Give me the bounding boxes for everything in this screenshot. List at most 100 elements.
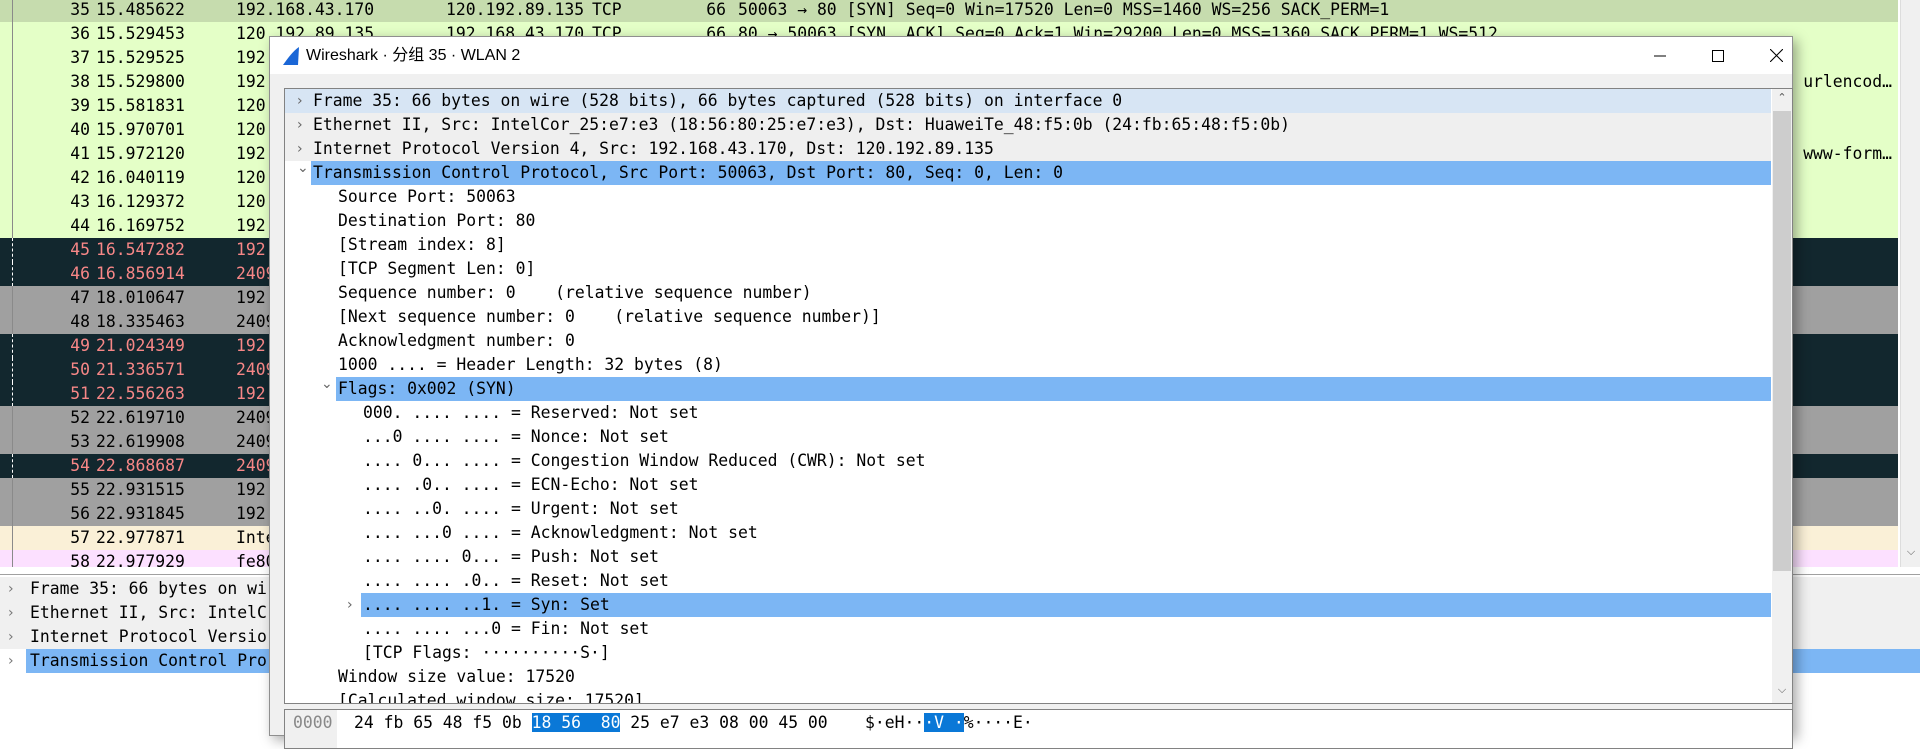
packet-src: 192 bbox=[236, 216, 266, 235]
packet-src: 192 bbox=[236, 144, 266, 163]
tree-item-label: .... .... ..1. = Syn: Set bbox=[361, 593, 1771, 617]
tree-item[interactable]: › .... .... ..1. = Syn: Set bbox=[285, 593, 1771, 617]
dialog-title: Wireshark · 分组 35 · WLAN 2 bbox=[306, 47, 521, 64]
tree-item-label: Sequence number: 0 (relative sequence nu… bbox=[338, 283, 812, 302]
packet-no: 50 bbox=[70, 360, 90, 379]
title-bar[interactable]: Wireshark · 分组 35 · WLAN 2 bbox=[270, 37, 1792, 74]
tree-item-label: 1000 .... = Header Length: 32 bytes (8) bbox=[338, 355, 723, 374]
tree-item[interactable]: .... ..0. .... = Urgent: Not set bbox=[285, 497, 1771, 521]
packet-time: 15.529800 bbox=[96, 72, 185, 91]
detail-row-label: Frame 35: 66 bytes on wi bbox=[30, 579, 267, 598]
chevron-right-icon[interactable]: › bbox=[297, 89, 303, 113]
packet-no: 56 bbox=[70, 504, 90, 523]
tree-item[interactable]: Sequence number: 0 (relative sequence nu… bbox=[285, 281, 1771, 305]
packet-src: 192 bbox=[236, 336, 266, 355]
packet-src: 192.168.43.170 bbox=[236, 0, 375, 19]
packet-src: 192 bbox=[236, 504, 266, 523]
tree-item-label: Acknowledgment number: 0 bbox=[338, 331, 575, 350]
chevron-down-icon[interactable]: ⌄ bbox=[321, 372, 333, 396]
hex-ascii[interactable]: $·eH···V ·%····E· bbox=[865, 710, 1033, 736]
scrollbar-thumb[interactable] bbox=[1773, 111, 1791, 571]
packet-no: 46 bbox=[70, 264, 90, 283]
chevron-right-icon[interactable]: › bbox=[347, 593, 353, 617]
maximize-icon bbox=[1712, 49, 1724, 62]
tree-item-label: .... .... ...0 = Fin: Not set bbox=[363, 619, 650, 638]
tree-item[interactable]: .... .... ...0 = Fin: Not set bbox=[285, 617, 1771, 641]
tree-item[interactable]: › Internet Protocol Version 4, Src: 192.1… bbox=[285, 137, 1771, 161]
scroll-down-icon[interactable]: ⌵ bbox=[1901, 545, 1920, 559]
tree-item-label: ...0 .... .... = Nonce: Not set bbox=[363, 427, 669, 446]
tree-item[interactable]: [TCP Flags: ··········S·] bbox=[285, 641, 1771, 665]
tree-item[interactable]: [Stream index: 8] bbox=[285, 233, 1771, 257]
packet-time: 18.335463 bbox=[96, 312, 185, 331]
tree-item[interactable]: › Ethernet II, Src: IntelCor_25:e7:e3 (18… bbox=[285, 113, 1771, 137]
minimize-button[interactable] bbox=[1637, 37, 1683, 74]
chevron-right-icon[interactable]: › bbox=[8, 601, 14, 625]
packet-time: 22.977871 bbox=[96, 528, 185, 547]
tree-item[interactable]: .... .... .0.. = Reset: Not set bbox=[285, 569, 1771, 593]
tree-item[interactable]: Acknowledgment number: 0 bbox=[285, 329, 1771, 353]
hex-dump-pane: 0000 24 fb 65 48 f5 0b 18 56 80 25 e7 e3… bbox=[284, 709, 1793, 749]
tree-item[interactable]: [Calculated window size: 17520] bbox=[285, 689, 1771, 703]
packet-time: 16.129372 bbox=[96, 192, 185, 211]
packet-src: 120 bbox=[236, 120, 266, 139]
tree-item[interactable]: ...0 .... .... = Nonce: Not set bbox=[285, 425, 1771, 449]
packet-no: 36 bbox=[70, 24, 90, 43]
tree-item[interactable]: ⌄ Transmission Control Protocol, Src Port… bbox=[285, 160, 1771, 185]
maximize-button[interactable] bbox=[1695, 37, 1741, 74]
packet-row[interactable]: 35 15.485622 192.168.43.170 120.192.89.135 T… bbox=[0, 0, 1898, 22]
detail-row-label: Internet Protocol Versio bbox=[30, 627, 267, 646]
tree-item[interactable]: [Next sequence number: 0 (relative seque… bbox=[285, 305, 1771, 329]
packet-no: 58 bbox=[70, 552, 90, 567]
tree-item[interactable]: .... .0.. .... = ECN-Echo: Not set bbox=[285, 473, 1771, 497]
scroll-down-icon[interactable]: ⌵ bbox=[1772, 683, 1792, 697]
tree-item[interactable]: 1000 .... = Header Length: 32 bytes (8) bbox=[285, 353, 1771, 377]
tree-item-label: .... .0.. .... = ECN-Echo: Not set bbox=[363, 475, 699, 494]
detail-row-label: Ethernet II, Src: IntelC bbox=[30, 603, 267, 622]
tree-item-label: .... .... 0... = Push: Not set bbox=[363, 547, 660, 566]
packet-src: 192 bbox=[236, 480, 266, 499]
tree-item-label: Ethernet II, Src: IntelCor_25:e7:e3 (18:… bbox=[313, 115, 1290, 134]
packet-time: 15.529453 bbox=[96, 24, 185, 43]
packet-right: urlencod… bbox=[1803, 72, 1892, 91]
chevron-right-icon[interactable]: › bbox=[297, 113, 303, 137]
chevron-down-icon[interactable]: ⌄ bbox=[297, 156, 309, 180]
tree-item-label: 000. .... .... = Reserved: Not set bbox=[363, 403, 699, 422]
tree-item[interactable]: ⌄ Flags: 0x002 (SYN) bbox=[285, 376, 1771, 401]
packet-no: 47 bbox=[70, 288, 90, 307]
tree-item-label: [Next sequence number: 0 (relative seque… bbox=[338, 307, 881, 326]
packet-no: 43 bbox=[70, 192, 90, 211]
packet-no: 49 bbox=[70, 336, 90, 355]
packet-no: 37 bbox=[70, 48, 90, 67]
tree-item-label: [TCP Flags: ··········S·] bbox=[363, 643, 610, 662]
tree-item[interactable]: .... 0... .... = Congestion Window Reduc… bbox=[285, 449, 1771, 473]
tree-item-label: .... ...0 .... = Acknowledgment: Not set bbox=[363, 523, 758, 542]
packet-time: 22.931845 bbox=[96, 504, 185, 523]
packet-src: 192 bbox=[236, 288, 266, 307]
tree-item-label: Frame 35: 66 bytes on wire (528 bits), 6… bbox=[313, 91, 1123, 110]
tree-item[interactable]: .... .... 0... = Push: Not set bbox=[285, 545, 1771, 569]
tree-item[interactable]: [TCP Segment Len: 0] bbox=[285, 257, 1771, 281]
tree-item-label: [Stream index: 8] bbox=[338, 235, 506, 254]
packet-no: 40 bbox=[70, 120, 90, 139]
chevron-right-icon[interactable]: › bbox=[8, 625, 14, 649]
chevron-right-icon[interactable]: › bbox=[8, 577, 14, 601]
packet-no: 41 bbox=[70, 144, 90, 163]
tree-item[interactable]: .... ...0 .... = Acknowledgment: Not set bbox=[285, 521, 1771, 545]
packet-no: 39 bbox=[70, 96, 90, 115]
packet-proto: TCP bbox=[592, 0, 622, 19]
tree-item[interactable]: Source Port: 50063 bbox=[285, 185, 1771, 209]
scroll-up-icon[interactable]: ⌃ bbox=[1772, 91, 1792, 104]
hex-bytes[interactable]: 24 fb 65 48 f5 0b 18 56 80 25 e7 e3 08 0… bbox=[354, 710, 828, 736]
chevron-right-icon[interactable]: › bbox=[8, 649, 14, 673]
packet-time: 16.856914 bbox=[96, 264, 185, 283]
tree-item[interactable]: 000. .... .... = Reserved: Not set bbox=[285, 401, 1771, 425]
close-button[interactable] bbox=[1753, 37, 1799, 74]
tree-scrollbar[interactable]: ⌃ ⌵ bbox=[1772, 89, 1792, 703]
tree-item[interactable]: Window size value: 17520 bbox=[285, 665, 1771, 689]
packet-list-scrollbar[interactable]: ⌵ bbox=[1900, 0, 1920, 567]
packet-time: 16.040119 bbox=[96, 168, 185, 187]
tree-item[interactable]: › Frame 35: 66 bytes on wire (528 bits), … bbox=[285, 89, 1771, 113]
packet-time: 21.024349 bbox=[96, 336, 185, 355]
tree-item[interactable]: Destination Port: 80 bbox=[285, 209, 1771, 233]
